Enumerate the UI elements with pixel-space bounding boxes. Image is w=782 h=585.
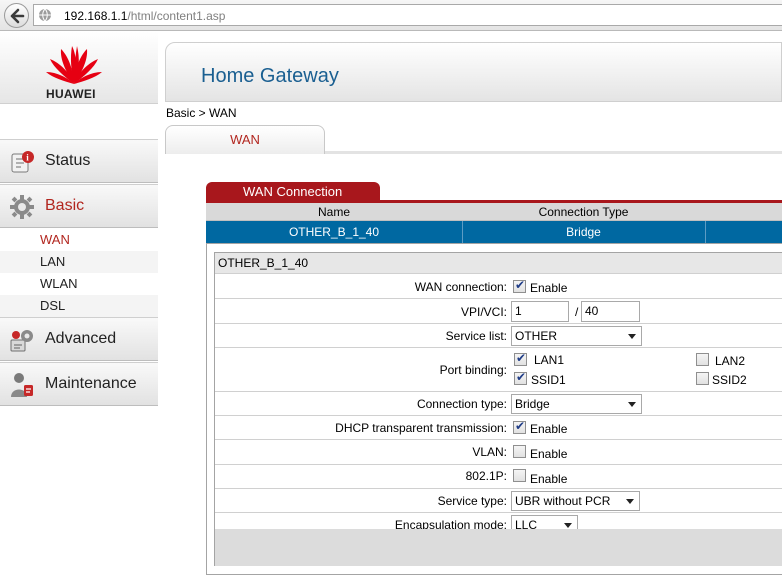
sidebar-subitem-dsl[interactable]: DSL (0, 295, 158, 317)
connection-detail-form: OTHER_B_1_40 WAN connection: Enable VPI/… (214, 252, 782, 566)
advanced-icon (10, 330, 33, 352)
vpi-vci-row: VPI/VCI: 1 / 40 (215, 299, 782, 324)
sidebar-item-label: Basic (45, 197, 85, 214)
dot1p-checkbox[interactable] (513, 469, 526, 482)
row-connection-type: Bridge (566, 225, 601, 239)
sidebar-item-label: Maintenance (45, 375, 137, 392)
dhcp-transparent-label: DHCP transparent transmission: (335, 421, 507, 435)
port-binding-label: Port binding: (439, 363, 507, 377)
service-list-label: Service list: (445, 329, 507, 343)
sidebar-item-label: Advanced (45, 330, 117, 347)
dot1p-enable-label: Enable (530, 472, 568, 486)
globe-icon (39, 8, 51, 22)
vpi-vci-separator: / (575, 305, 579, 319)
port-ssid1-label: SSID1 (531, 373, 566, 387)
wan-connection-row: WAN connection: Enable (215, 275, 782, 299)
back-arrow-icon (10, 8, 25, 24)
chevron-down-icon (628, 402, 636, 407)
back-button[interactable] (4, 3, 29, 28)
row-name: OTHER_B_1_40 (288, 225, 380, 239)
service-type-value: UBR without PCR (515, 494, 611, 508)
wan-table-header: Name Connection Type (206, 203, 782, 221)
port-lan1-label: LAN1 (534, 353, 565, 367)
vci-input[interactable]: 40 (581, 301, 640, 322)
port-binding-row: Port binding: LAN1 LAN2 SSID1 SSID2 (215, 348, 782, 392)
status-icon: i (11, 151, 34, 173)
port-lan2-label: LAN2 (715, 354, 746, 368)
page-header: Home Gateway (165, 42, 782, 102)
logo-area: HUAWEI (0, 32, 158, 104)
sidebar-item-status[interactable]: i Status (0, 139, 158, 183)
vpi-vci-label: VPI/VCI: (460, 305, 507, 319)
vpi-input[interactable]: 1 (511, 301, 569, 322)
service-type-row: Service type: UBR without PCR (215, 489, 782, 513)
sidebar-item-basic[interactable]: Basic (0, 184, 158, 228)
tab-strip: WAN (165, 125, 782, 154)
gear-icon (10, 195, 34, 219)
breadcrumb: Basic > WAN (166, 106, 237, 120)
sidebar: HUAWEI i Status Basic WAN LAN WLAN DSL A… (0, 32, 158, 585)
dhcp-transparent-enable-label: Enable (530, 422, 568, 436)
url-text: 192.168.1.1/html/content1.asp (64, 9, 225, 23)
dhcp-transparent-row: DHCP transparent transmission: Enable (215, 416, 782, 440)
wan-connection-label: WAN connection: (414, 280, 507, 294)
vlan-row: VLAN: Enable (215, 440, 782, 465)
huawei-logo-icon (46, 46, 102, 84)
url-host: 192.168.1.1 (64, 9, 128, 23)
wan-connection-panel-title: WAN Connection (206, 182, 380, 201)
browser-address-bar: 192.168.1.1/html/content1.asp (0, 0, 782, 31)
tab-wan[interactable]: WAN (165, 125, 325, 154)
dot1p-row: 802.1P: Enable (215, 465, 782, 489)
column-header-name: Name (317, 205, 350, 219)
port-lan2-checkbox[interactable] (696, 353, 709, 366)
vlan-checkbox[interactable] (513, 445, 526, 458)
port-ssid1-checkbox[interactable] (514, 370, 527, 385)
port-lan1-checkbox[interactable] (514, 351, 527, 366)
service-type-select[interactable]: UBR without PCR (511, 491, 640, 511)
connection-type-label: Connection type: (416, 397, 507, 411)
logo-text: HUAWEI (46, 87, 96, 101)
service-list-select[interactable]: OTHER (511, 326, 642, 346)
connection-type-row: Connection type: Bridge (215, 392, 782, 416)
maintenance-icon (11, 373, 33, 397)
dhcp-transparent-checkbox[interactable] (513, 419, 526, 434)
column-header-connection-type: Connection Type (538, 205, 629, 219)
detail-title: OTHER_B_1_40 (215, 253, 782, 274)
sidebar-item-label: Status (45, 152, 91, 169)
table-row[interactable]: OTHER_B_1_40 Bridge (206, 221, 782, 243)
column-separator (705, 221, 706, 243)
main-content: Home Gateway Basic > WAN WAN WAN Connect… (158, 32, 782, 585)
vlan-enable-label: Enable (530, 447, 568, 461)
connection-detail-panel: OTHER_B_1_40 WAN connection: Enable VPI/… (206, 243, 782, 575)
service-type-label: Service type: (437, 494, 507, 508)
vlan-label: VLAN: (472, 445, 507, 459)
connection-type-value: Bridge (515, 397, 550, 411)
wan-connection-checkbox[interactable] (513, 278, 526, 293)
dot1p-label: 802.1P: (465, 469, 507, 483)
chevron-down-icon (564, 523, 572, 528)
port-ssid2-label: SSID2 (712, 373, 747, 387)
sidebar-subitem-wlan[interactable]: WLAN (0, 273, 158, 295)
connection-type-select[interactable]: Bridge (511, 394, 642, 414)
chevron-down-icon (626, 499, 634, 504)
url-path: /html/content1.asp (127, 9, 226, 23)
wan-connection-enable-label: Enable (530, 281, 568, 295)
chevron-down-icon (628, 334, 636, 339)
form-footer (215, 529, 782, 566)
sidebar-item-advanced[interactable]: Advanced (0, 317, 158, 361)
port-ssid2-checkbox[interactable] (696, 372, 709, 385)
sidebar-item-maintenance[interactable]: Maintenance (0, 362, 158, 406)
service-list-value: OTHER (515, 329, 557, 343)
sidebar-subitem-wan[interactable]: WAN (0, 229, 158, 251)
sidebar-subitem-lan[interactable]: LAN (0, 251, 158, 273)
service-list-row: Service list: OTHER (215, 324, 782, 348)
url-input[interactable]: 192.168.1.1/html/content1.asp (33, 4, 782, 26)
page-title: Home Gateway (201, 65, 339, 87)
